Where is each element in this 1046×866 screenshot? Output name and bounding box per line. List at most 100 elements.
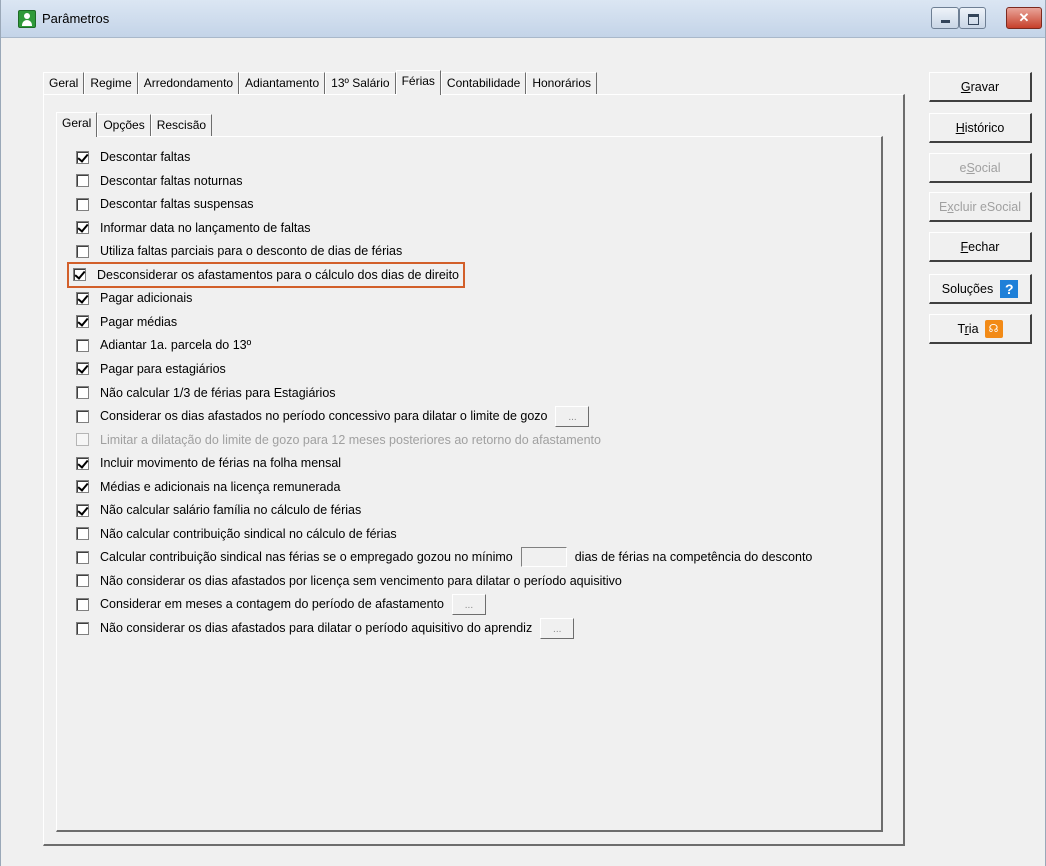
option-row[interactable]: Não calcular salário família no cálculo … xyxy=(76,501,361,519)
option-row[interactable]: Considerar em meses a contagem do períod… xyxy=(76,593,486,615)
option-row[interactable]: Descontar faltas noturnas xyxy=(76,172,242,190)
gravar-label: Gravar xyxy=(960,79,1000,94)
tria-label: Tria xyxy=(957,321,979,336)
solucoes-button[interactable]: Soluções ? xyxy=(929,274,1032,304)
option-label: Descontar faltas xyxy=(100,150,191,164)
tab-regime[interactable]: Regime xyxy=(84,72,138,94)
option-checkbox[interactable] xyxy=(76,527,89,541)
option-checkbox[interactable] xyxy=(76,480,89,494)
option-row[interactable]: Não calcular contribuição sindical no cá… xyxy=(76,525,397,543)
option-label: Não calcular salário família no cálculo … xyxy=(100,503,362,518)
fechar-button[interactable]: Fechar xyxy=(929,232,1032,262)
option-label: Descontar faltas noturnas xyxy=(100,173,243,188)
option-row[interactable]: Pagar para estagiários xyxy=(76,360,226,378)
option-checkbox[interactable] xyxy=(76,597,89,611)
historico-label: Histórico xyxy=(955,120,1005,135)
option-checkbox[interactable] xyxy=(73,268,86,282)
tria-button[interactable]: Tria ☊ xyxy=(929,314,1032,344)
option-checkbox[interactable] xyxy=(76,315,89,329)
option-label: Não calcular contribuição sindical no cá… xyxy=(100,526,397,541)
help-icon: ? xyxy=(1000,279,1019,298)
ellipsis-button[interactable]: ... xyxy=(451,593,486,615)
option-checkbox[interactable] xyxy=(76,338,89,352)
option-label: Desconsiderar os afastamentos para o cál… xyxy=(97,267,460,282)
option-label: Adiantar 1a. parcela do 13º xyxy=(100,338,252,353)
historico-button[interactable]: Histórico xyxy=(929,113,1032,143)
option-checkbox[interactable] xyxy=(76,621,89,635)
option-row[interactable]: Desconsiderar os afastamentos para o cál… xyxy=(66,261,466,288)
option-label: Incluir movimento de férias na folha men… xyxy=(100,456,342,471)
option-label: Informar data no lançamento de faltas xyxy=(100,220,311,235)
close-icon: ✕ xyxy=(1018,10,1030,25)
option-row[interactable]: Não considerar os dias afastados por lic… xyxy=(76,572,622,590)
ellipsis-button[interactable]: ... xyxy=(540,617,575,639)
headset-icon: ☊ xyxy=(984,319,1003,338)
option-checkbox[interactable] xyxy=(76,197,89,211)
tab-adiantamento[interactable]: Adiantamento xyxy=(239,72,326,94)
option-row[interactable]: Descontar faltas suspensas xyxy=(76,195,254,213)
option-checkbox[interactable] xyxy=(76,362,89,376)
option-checkbox[interactable] xyxy=(76,174,89,188)
option-checkbox[interactable] xyxy=(76,456,89,470)
option-row[interactable]: Não calcular 1/3 de férias para Estagiár… xyxy=(76,384,336,402)
close-button[interactable]: ✕ xyxy=(1006,7,1042,29)
option-checkbox[interactable] xyxy=(76,386,89,399)
tab-honorarios[interactable]: Honorários xyxy=(526,72,598,94)
option-row[interactable]: Médias e adicionais na licença remunerad… xyxy=(76,478,340,496)
min-days-field[interactable] xyxy=(520,547,567,568)
subtab-geral[interactable]: Geral xyxy=(56,112,98,137)
main-tab-strip: Geral Regime Arredondamento Adiantamento 13º… xyxy=(43,70,598,95)
option-checkbox[interactable] xyxy=(76,550,89,564)
option-row[interactable]: Considerar os dias afastados no período … xyxy=(76,405,590,427)
option-checkbox[interactable] xyxy=(76,409,89,423)
gravar-button[interactable]: Gravar xyxy=(929,72,1032,102)
option-tail-label: dias de férias na competência do descont… xyxy=(574,550,813,565)
minimize-button[interactable] xyxy=(931,7,959,29)
option-row[interactable]: Não considerar os dias afastados para di… xyxy=(76,617,575,639)
option-row[interactable]: Descontar faltas xyxy=(76,148,190,166)
maximize-button[interactable] xyxy=(959,7,986,29)
fechar-label: Fechar xyxy=(960,239,1000,254)
option-row[interactable]: Calcular contribuição sindical nas féria… xyxy=(76,547,813,568)
ellipsis-button[interactable]: ... xyxy=(555,405,590,427)
tab-13-salario[interactable]: 13º Salário xyxy=(325,72,396,94)
option-label: Pagar adicionais xyxy=(100,291,193,306)
tab-contabilidade[interactable]: Contabilidade xyxy=(440,72,527,94)
option-row[interactable]: Pagar médias xyxy=(76,313,177,331)
esocial-button[interactable]: eSocial xyxy=(929,153,1032,183)
tab-ferias[interactable]: Férias xyxy=(395,70,441,95)
option-checkbox[interactable] xyxy=(76,244,89,258)
tab-geral[interactable]: Geral xyxy=(43,72,85,94)
option-label: Considerar em meses a contagem do períod… xyxy=(100,597,444,612)
option-label: Pagar médias xyxy=(100,314,178,329)
sub-tab-strip: Geral Opções Rescisão xyxy=(56,112,213,137)
option-checkbox xyxy=(76,433,89,447)
option-checkbox[interactable] xyxy=(76,150,89,164)
option-row[interactable]: Adiantar 1a. parcela do 13º xyxy=(76,336,251,354)
option-row[interactable]: Pagar adicionais xyxy=(76,289,192,307)
tab-arredondamento[interactable]: Arredondamento xyxy=(137,72,240,94)
option-label: Médias e adicionais na licença remunerad… xyxy=(100,479,341,494)
option-label: Não considerar os dias afastados para di… xyxy=(100,621,533,635)
option-label: Pagar para estagiários xyxy=(100,361,226,376)
esocial-label: eSocial xyxy=(959,160,1001,175)
option-row[interactable]: Utiliza faltas parciais para o desconto … xyxy=(76,242,402,260)
option-label: Considerar os dias afastados no período … xyxy=(100,409,548,424)
option-row[interactable]: Limitar a dilatação do limite de gozo pa… xyxy=(76,431,601,449)
app-user-icon xyxy=(18,10,36,28)
option-label: Utiliza faltas parciais para o desconto … xyxy=(100,244,403,259)
option-checkbox[interactable] xyxy=(76,503,89,517)
option-label: Não calcular 1/3 de férias para Estagiár… xyxy=(100,385,336,400)
subtab-opcoes[interactable]: Opções xyxy=(97,114,151,136)
option-label: Limitar a dilatação do limite de gozo pa… xyxy=(100,432,601,447)
option-label: Calcular contribuição sindical nas féria… xyxy=(100,550,513,565)
title-bar[interactable]: Parâmetros ✕ xyxy=(1,0,1045,38)
excluir-esocial-button[interactable]: Excluir eSocial xyxy=(929,192,1032,222)
parametros-window: Parâmetros ✕ Geral Regime Arredondamento Ad… xyxy=(0,0,1046,866)
option-checkbox[interactable] xyxy=(76,291,89,305)
option-row[interactable]: Incluir movimento de férias na folha men… xyxy=(76,454,341,472)
option-checkbox[interactable] xyxy=(76,221,89,235)
subtab-rescisao[interactable]: Rescisão xyxy=(150,114,213,136)
option-row[interactable]: Informar data no lançamento de faltas xyxy=(76,219,311,237)
option-checkbox[interactable] xyxy=(76,574,89,588)
